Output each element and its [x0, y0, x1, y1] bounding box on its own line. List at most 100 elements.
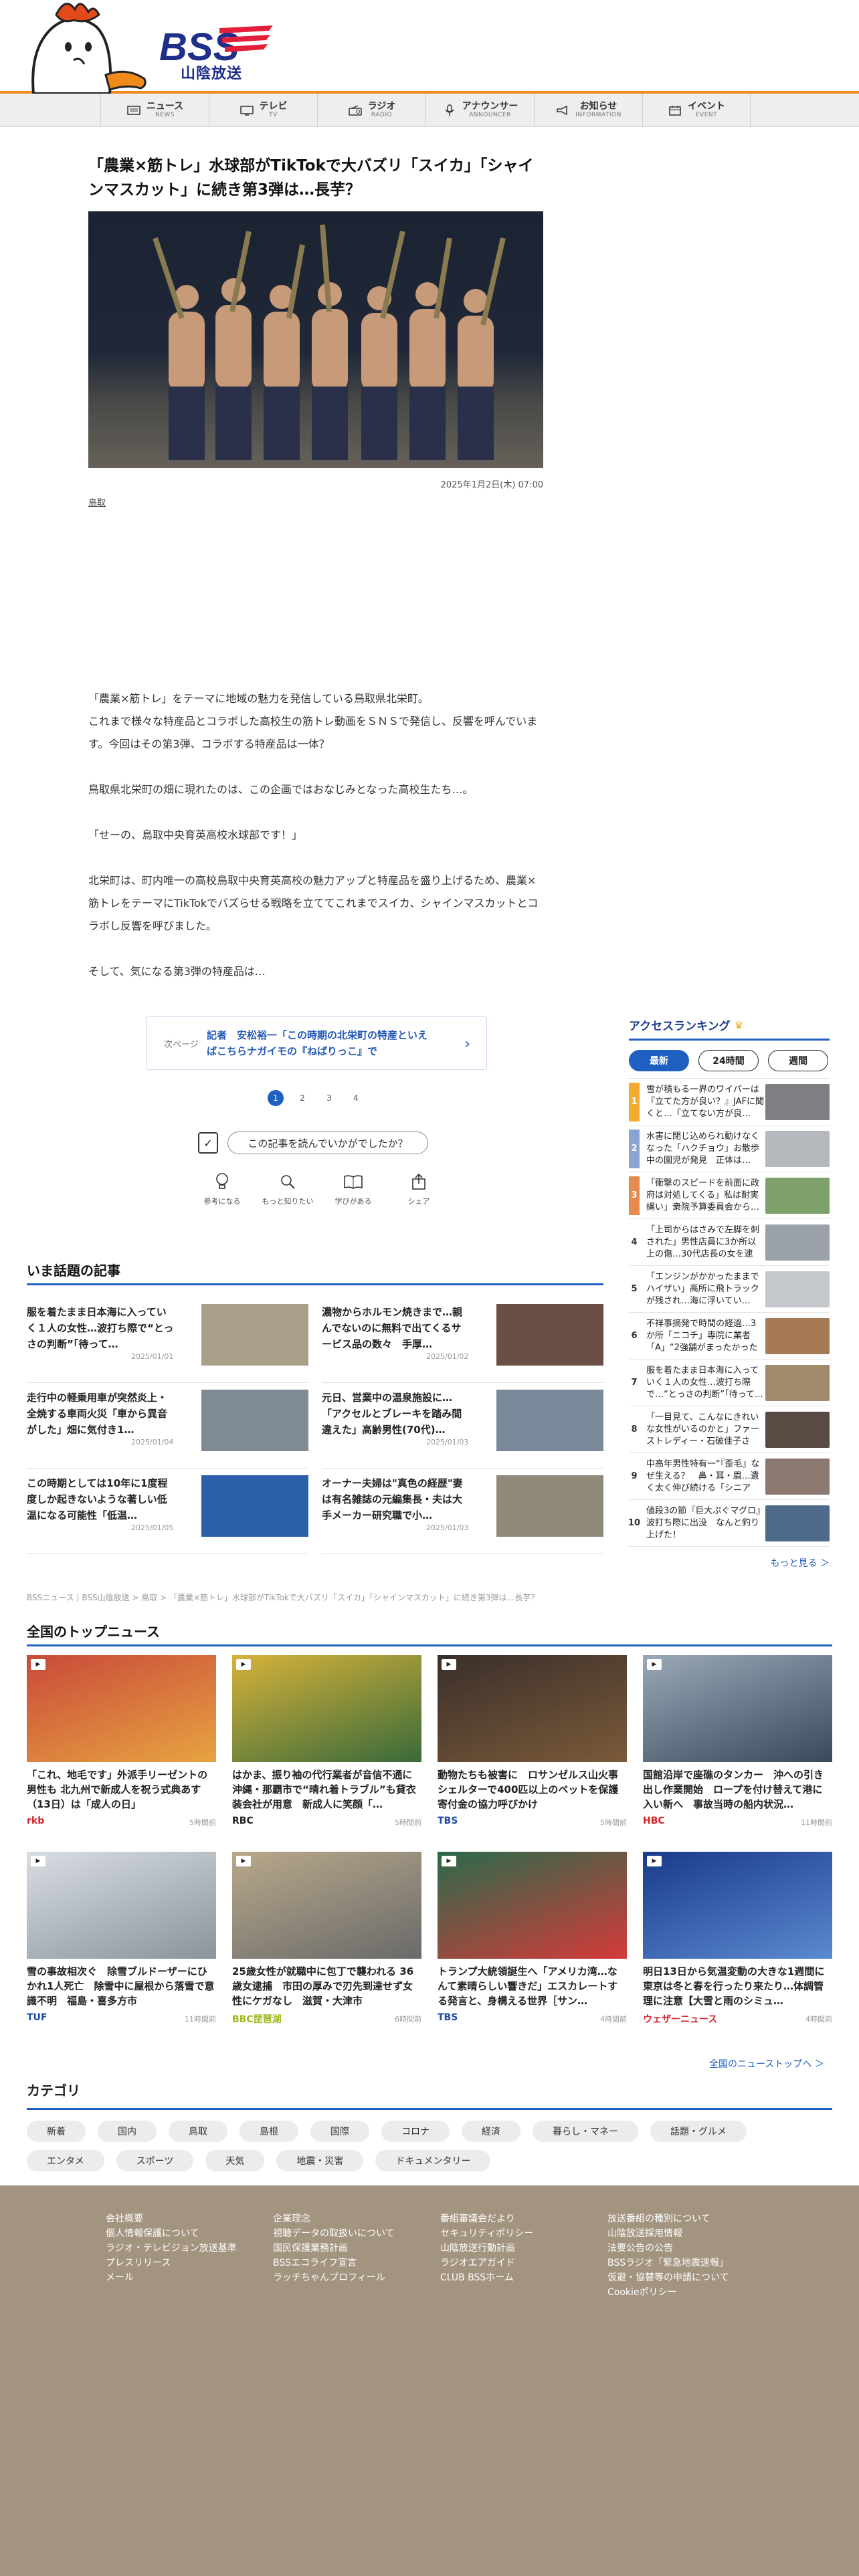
footer-link[interactable]: 個人情報保護について: [106, 2227, 237, 2240]
national-news-card[interactable]: ▶ 「これ、地毛です」外派手リーゼントの男性も 北九州で新成人を祝う式典あす（13…: [27, 1655, 216, 1829]
footer-link[interactable]: セキュリティポリシー: [440, 2227, 533, 2240]
footer-link[interactable]: 法要公告の公告: [607, 2242, 729, 2255]
footer-link[interactable]: 視聴データの取扱いについて: [273, 2227, 395, 2240]
reaction-learned[interactable]: 学びがある: [325, 1170, 381, 1206]
ranking-headline: 「衝撃のスピードを前面に政府は対処してくる」私は耐実縄い」衆院予算委員会から…: [646, 1178, 760, 1212]
ranking-tab-latest[interactable]: 最新: [629, 1050, 689, 1071]
national-news-headline: 明日13日から気温変動の大きな1週間に 東京は冬と春を行ったり来たり…体調管理に…: [643, 1965, 832, 2007]
breadcrumb[interactable]: BSSニュース | BSS山陰放送 > 鳥取 > 「農業×筋トレ」水球部がTik…: [27, 1592, 539, 1603]
footer-link[interactable]: 仮避・協替等の申請について: [607, 2271, 729, 2284]
ranking-item[interactable]: 6 不祥事摘発で時間の経過…3か所「ニコチ」専院に業者「A」“2強舗がまったかった…: [629, 1313, 830, 1360]
trending-item[interactable]: 服を着たまま日本海に入っていく１人の女性…波打ち際で“とっさの判断”「待って… 2…: [27, 1297, 308, 1383]
national-news-card[interactable]: ▶ 25歳女性が就職中に包丁で襲われる 36歳女逮捕 市田の厚みで刃先到達せず女性…: [232, 1852, 421, 2026]
category-chip[interactable]: コロナ: [381, 2121, 450, 2142]
category-chip[interactable]: 地震・災害: [276, 2150, 364, 2171]
ranking-item[interactable]: 2 水害に閉じ込められ動けなくなった「ハクチョウ」お散歩中の園児が発見 正体は…: [629, 1125, 830, 1172]
footer-link[interactable]: 国民保護業務計画: [273, 2242, 395, 2255]
national-news-headline: トランプ大統領誕生へ「アメリカ湾…なんて素晴らしい響きだ」エスカレートする発言と…: [438, 1965, 618, 2007]
category-chip[interactable]: ドキュメンタリー: [375, 2150, 491, 2171]
nav-radio[interactable]: ラジオ RADIO: [317, 94, 425, 127]
ranking-headline: 「上司からはさみで左脚を刺された」男性店員に3か所以上の傷…30代店長の女を逮捕…: [646, 1224, 760, 1259]
footer-link[interactable]: メール: [106, 2271, 237, 2284]
ranking-tab-24h[interactable]: 24時間: [698, 1050, 759, 1071]
footer-link[interactable]: ラッチちゃんプロフィール: [273, 2271, 395, 2284]
footer-link[interactable]: ラジオエアガイド: [440, 2256, 533, 2270]
ranking-headline: 「エンジンがかかったままでハイザい」高所に飛トラックが残され…海に浮いてい…: [646, 1271, 759, 1306]
trending-date: 2025/01/04: [131, 1438, 174, 1446]
ranking-item[interactable]: 8 「一目見て、こんなにきれいな女性がいるのかと」ファーストレディー・石破佳子さん…: [629, 1406, 830, 1453]
rank-number: 8: [631, 1424, 638, 1434]
ranking-tab-weekly[interactable]: 週間: [768, 1050, 828, 1071]
ranking-item[interactable]: 1 雪が積もる一界のワイパーは『立てた方が良い？』JAFに聞くと…『立てない方が良…: [629, 1079, 830, 1125]
footer-link[interactable]: BSSエコライフ宣言: [273, 2256, 395, 2270]
category-chip[interactable]: 暮らし・マネー: [533, 2121, 638, 2142]
national-news-more-link[interactable]: 全国のニューストップへ ＞: [709, 2057, 824, 2070]
trending-headline: 濃物からホルモン焼きまで…親んでないのに無料で出てくるサービス品の数々 手厚…: [322, 1306, 463, 1350]
national-news-card[interactable]: ▶ 明日13日から気温変動の大きな1週間に 東京は冬と春を行ったり来たり…体調管理…: [643, 1852, 832, 2026]
play-icon: ▶: [31, 1856, 45, 1866]
footer-link[interactable]: プレスリリース: [106, 2256, 237, 2270]
trending-item[interactable]: この時期としては10年に1度程度しか起きないような著しい低温になる可能性「低温……: [27, 1469, 308, 1554]
ranking-more-link[interactable]: もっと見る ＞: [629, 1556, 830, 1570]
ranking-item[interactable]: 9 中高年男性特有一“『歪毛』なぜ生える？ 鼻・耳・眉…遺く太く伸び続ける「シニア…: [629, 1453, 830, 1500]
footer-link[interactable]: CLUB BSSホーム: [440, 2271, 533, 2284]
ranking-item[interactable]: 10 値段3の節『巨大ぷぐマグロ』波打ち際に出没 なんと釣り上げた！: [628, 1500, 830, 1547]
page-1[interactable]: 1: [268, 1090, 284, 1106]
page-2[interactable]: 2: [294, 1090, 310, 1106]
nav-news[interactable]: ニュース NEWS: [100, 94, 209, 127]
ranking-thumbnail: [765, 1412, 830, 1448]
national-news-card[interactable]: ▶ はかま、振り袖の代行業者が音信不通に 沖縄・那覇市で“晴れ着トラブル”も貸衣装…: [232, 1655, 421, 1829]
category-chip[interactable]: 経済: [462, 2121, 520, 2142]
article-paragraph: 鳥取県北栄町の畑に現れたのは、この企画ではおなじみとなった高校生たち…。: [88, 783, 474, 796]
footer-link[interactable]: Cookieポリシー: [607, 2286, 729, 2299]
footer-link[interactable]: 山陰放送行動計画: [440, 2242, 533, 2255]
category-chip[interactable]: 話題・グルメ: [650, 2121, 747, 2142]
footer-link[interactable]: 番組審議会だより: [440, 2212, 533, 2226]
footer-link[interactable]: 会社概要: [106, 2212, 237, 2226]
ranking-item[interactable]: 7 服を着たまま日本海に入っていく１人の女性…波打ち際で…“とっさの判断”「待って…: [629, 1360, 830, 1406]
category-chip[interactable]: 新着: [27, 2121, 86, 2142]
nav-information[interactable]: お知らせ INFORMATION: [534, 94, 642, 127]
national-news-card[interactable]: ▶ 国館沿岸で座礁のタンカー 沖への引き出し作業開始 ロープを付け替えて港に入い新…: [643, 1655, 832, 1829]
ranking-item[interactable]: 3 「衝撃のスピードを前面に政府は対処してくる」私は耐実縄い」衆院予算委員会から…: [629, 1172, 830, 1219]
article: 「農業×筋トレ」水球部がTikTokで大バズリ「スイカ」「シャインマスカット」に…: [88, 154, 543, 508]
national-news-card[interactable]: ▶ 雪の事故相次ぐ 除雪ブルドーザーにひかれ1人死亡 除雪中に屋根から落雪で意識不…: [27, 1852, 216, 2026]
reaction-want-more[interactable]: もっと知りたい: [260, 1170, 316, 1206]
category-chip[interactable]: 国内: [98, 2121, 157, 2142]
page-4[interactable]: 4: [348, 1090, 364, 1106]
reaction-helpful[interactable]: 参考になる: [194, 1170, 250, 1206]
nav-tv[interactable]: テレビ TV: [209, 94, 317, 127]
national-news-headline: はかま、振り袖の代行業者が音信不通に 沖縄・那覇市で“晴れ着トラブル”も貸衣装会…: [232, 1769, 416, 1810]
news-time: 4時間前: [600, 2015, 627, 2024]
trending-item[interactable]: 走行中の軽乗用車が突然炎上・全焼する車両火災「車から異音がした」畑に気付き1… 2…: [27, 1383, 308, 1469]
category-chip[interactable]: スポーツ: [116, 2150, 194, 2171]
category-chip[interactable]: 国際: [310, 2121, 369, 2142]
reaction-share[interactable]: シェア: [391, 1170, 447, 1206]
region-tag-link[interactable]: 鳥取: [88, 496, 106, 508]
nav-label: イベント: [688, 101, 725, 112]
category-chip[interactable]: 天気: [205, 2150, 265, 2171]
feedback-question[interactable]: この記事を読んでいかがでしたか？: [227, 1132, 428, 1154]
ranking-item[interactable]: 5 「エンジンがかかったままでハイザい」高所に飛トラックが残され…海に浮いてい…: [629, 1266, 830, 1313]
footer-link[interactable]: BSSラジオ「緊急地震速報」: [607, 2256, 729, 2270]
nav-event[interactable]: イベント EVENT: [642, 94, 751, 127]
national-news-card[interactable]: ▶ 動物たちも被害に ロサンゼルス山火事 シェルターで400匹以上のペットを保護 …: [438, 1655, 627, 1829]
crown-icon: ♛: [734, 1018, 744, 1031]
trending-item[interactable]: 元日、営業中の温泉施設に…「アクセルとブレーキを踏み間違えた」高齢男性(70代)…: [322, 1383, 603, 1469]
trending-item[interactable]: 濃物からホルモン焼きまで…親んでないのに無料で出てくるサービス品の数々 手厚… 2…: [322, 1297, 603, 1383]
newspaper-icon: [126, 104, 141, 116]
footer-link[interactable]: ラジオ・テレビジョン放送基準: [106, 2242, 237, 2255]
trending-item[interactable]: オーナー夫婦は"真色の経歴"妻は有名雑誌の元編集長・夫は大手メーカー研究職で小……: [322, 1469, 603, 1554]
category-chip[interactable]: エンタメ: [27, 2150, 104, 2171]
category-chip[interactable]: 島根: [240, 2121, 298, 2142]
ranking-item[interactable]: 4 「上司からはさみで左脚を刺された」男性店員に3か所以上の傷…30代店長の女を逮…: [629, 1219, 830, 1266]
footer-link[interactable]: 山陰放送採用情報: [607, 2227, 729, 2240]
page-3[interactable]: 3: [321, 1090, 337, 1106]
nav-announcer[interactable]: アナウンサー ANNOUNCER: [425, 94, 534, 127]
next-page-link[interactable]: 次ページ 記者 安松裕一「この時期の北栄町の特産といえばこちらナガイモの『ねばり…: [146, 1016, 487, 1070]
footer-link[interactable]: 放送番組の種別について: [607, 2212, 729, 2226]
footer-link[interactable]: 企業理念: [273, 2212, 395, 2226]
national-news-thumbnail: ▶: [232, 1852, 421, 1959]
national-news-card[interactable]: ▶ トランプ大統領誕生へ「アメリカ湾…なんて素晴らしい響きだ」エスカレートする発言…: [438, 1852, 627, 2026]
category-chip[interactable]: 鳥取: [169, 2121, 227, 2142]
